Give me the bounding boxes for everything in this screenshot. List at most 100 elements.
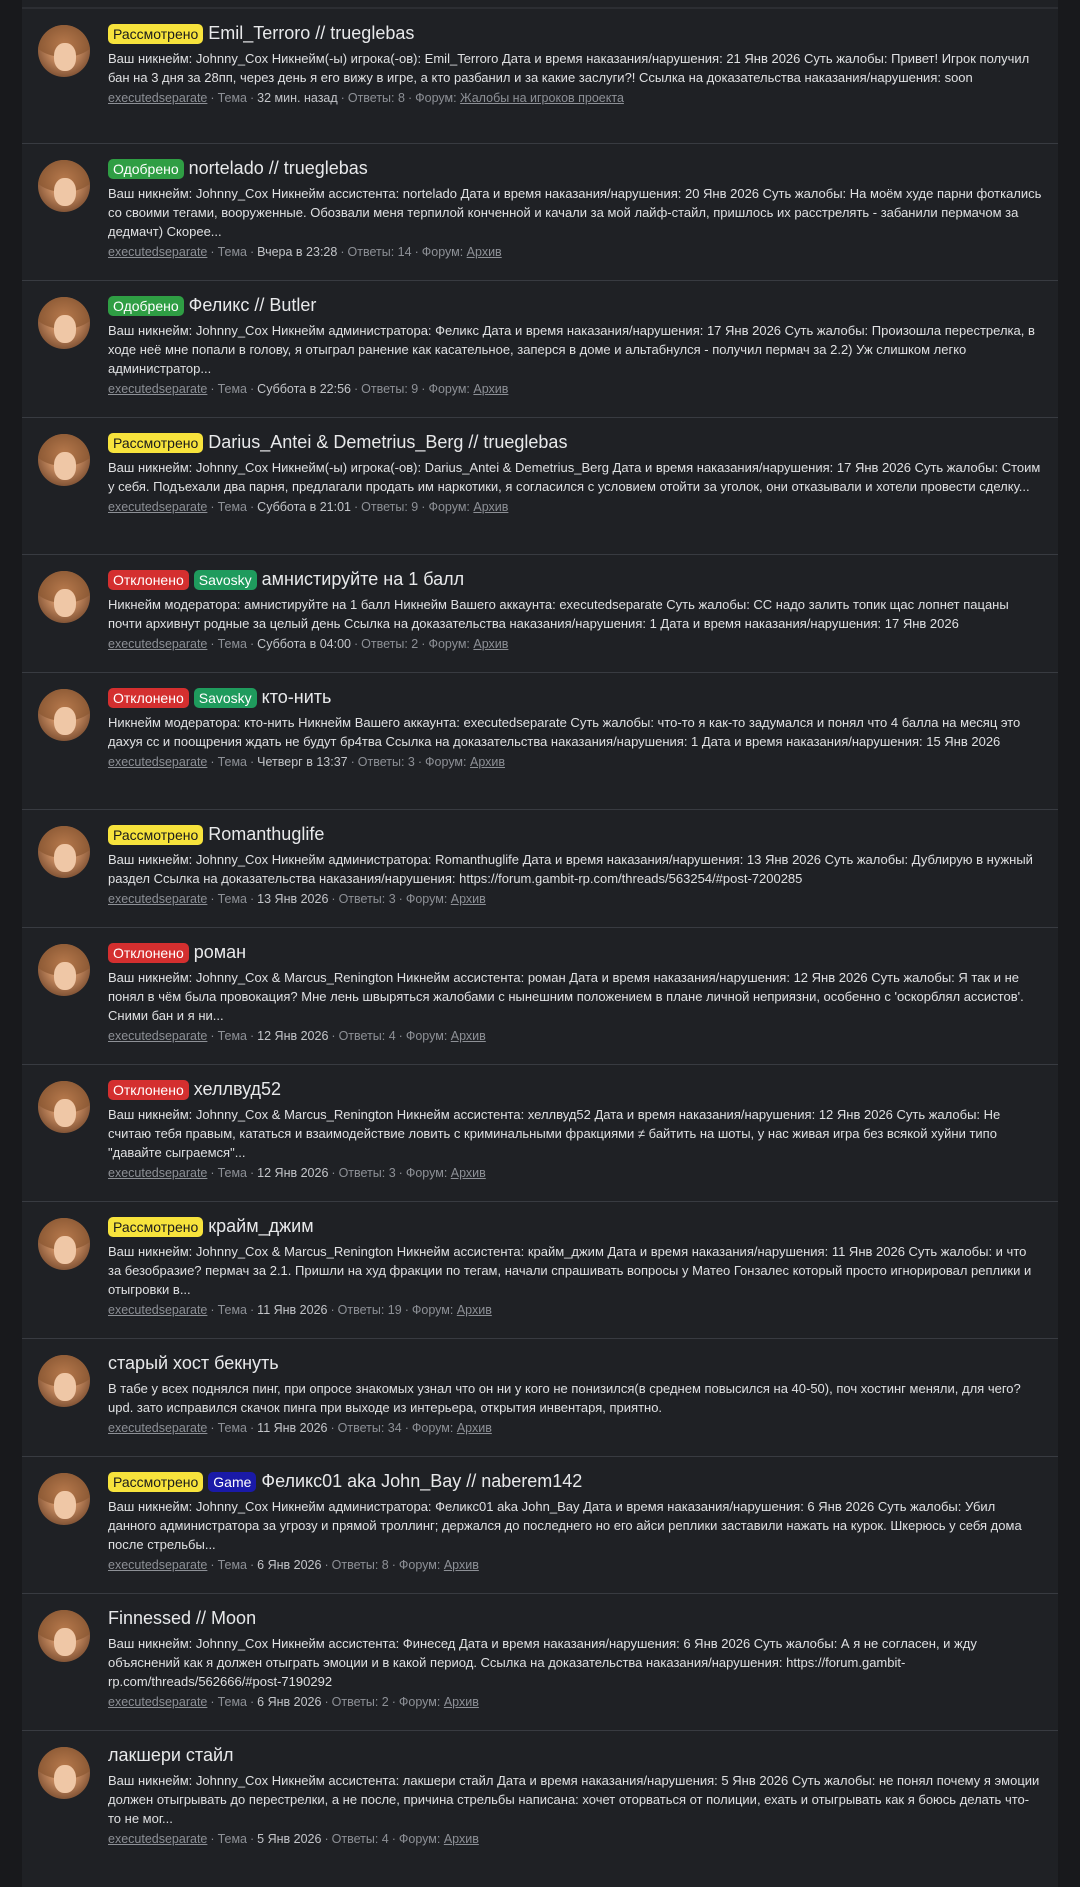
thread-author-link[interactable]: executedseparate	[108, 1029, 207, 1043]
thread-date[interactable]: Суббота в 22:56	[257, 382, 351, 396]
thread-row[interactable]: Одобрено nortelado // trueglebas Ваш ник…	[22, 143, 1058, 280]
thread-date[interactable]: 11 Янв 2026	[257, 1421, 327, 1435]
thread-author-link[interactable]: executedseparate	[108, 1832, 207, 1846]
thread-forum-link[interactable]: Архив	[451, 1166, 486, 1180]
thread-author-link[interactable]: executedseparate	[108, 1695, 207, 1709]
thread-author-link[interactable]: executedseparate	[108, 1303, 207, 1317]
thread-row[interactable]: Отклонено хеллвуд52 Ваш никнейм: Johnny_…	[22, 1064, 1058, 1201]
thread-prefix-label[interactable]: Рассмотрено	[108, 825, 204, 845]
thread-title[interactable]: хеллвуд52	[194, 1077, 281, 1101]
thread-author-link[interactable]: executedseparate	[108, 892, 207, 906]
thread-prefix-label[interactable]: Рассмотрено	[108, 1217, 204, 1237]
thread-forum-link[interactable]: Архив	[473, 382, 508, 396]
thread-forum-link[interactable]: Архив	[444, 1558, 479, 1572]
thread-forum-link[interactable]: Архив	[451, 892, 486, 906]
avatar[interactable]	[38, 1473, 90, 1525]
thread-title[interactable]: Emil_Terroro // trueglebas	[208, 21, 414, 45]
thread-date[interactable]: 5 Янв 2026	[257, 1832, 321, 1846]
thread-forum-link[interactable]: Архив	[444, 1695, 479, 1709]
thread-row[interactable]: Рассмотрено крайм_джим Ваш никнейм: John…	[22, 1201, 1058, 1338]
avatar[interactable]	[38, 826, 90, 878]
thread-row[interactable]: Рассмотрено Darius_Antei & Demetrius_Ber…	[22, 417, 1058, 554]
thread-forum-link[interactable]: Архив	[473, 637, 508, 651]
thread-date[interactable]: 6 Янв 2026	[257, 1695, 321, 1709]
avatar[interactable]	[38, 297, 90, 349]
thread-author-link[interactable]: executedseparate	[108, 500, 207, 514]
thread-prefix-label[interactable]: Рассмотрено	[108, 1472, 204, 1492]
thread-author-link[interactable]: executedseparate	[108, 755, 207, 769]
thread-title[interactable]: старый хост бекнуть	[108, 1351, 279, 1375]
thread-row[interactable]: Одобрено Феликс // Butler Ваш никнейм: J…	[22, 280, 1058, 417]
thread-date[interactable]: 11 Янв 2026	[257, 1303, 327, 1317]
thread-forum-link[interactable]: Архив	[451, 1029, 486, 1043]
avatar[interactable]	[38, 1355, 90, 1407]
thread-forum-link[interactable]: Архив	[457, 1421, 492, 1435]
thread-title[interactable]: Darius_Antei & Demetrius_Berg // truegle…	[208, 430, 567, 454]
thread-prefix-label[interactable]: Game	[208, 1472, 257, 1492]
thread-date[interactable]: 12 Янв 2026	[257, 1166, 328, 1180]
thread-prefix-label[interactable]: Одобрено	[108, 159, 184, 179]
thread-author-link[interactable]: executedseparate	[108, 382, 207, 396]
thread-date[interactable]: Суббота в 04:00	[257, 637, 351, 651]
thread-row[interactable]: Рассмотрено Emil_Terroro // trueglebas В…	[22, 8, 1058, 143]
avatar[interactable]	[38, 434, 90, 486]
avatar[interactable]	[38, 1218, 90, 1270]
thread-title[interactable]: Феликс01 aka John_Bay // naberem142	[261, 1469, 582, 1493]
thread-prefix-label[interactable]: Отклонено	[108, 688, 189, 708]
thread-labels: Одобрено	[108, 156, 189, 180]
thread-title[interactable]: Romanthuglife	[208, 822, 324, 846]
thread-title[interactable]: крайм_джим	[208, 1214, 313, 1238]
thread-author-link[interactable]: executedseparate	[108, 1421, 207, 1435]
thread-author-link[interactable]: executedseparate	[108, 637, 207, 651]
thread-prefix-label[interactable]: Отклонено	[108, 943, 189, 963]
thread-forum-link[interactable]: Жалобы на игроков проекта	[460, 91, 624, 105]
thread-title[interactable]: кто-нить	[262, 685, 332, 709]
avatar[interactable]	[38, 1747, 90, 1799]
avatar[interactable]	[38, 571, 90, 623]
thread-prefix-label[interactable]: Savosky	[193, 570, 257, 590]
thread-author-link[interactable]: executedseparate	[108, 1166, 207, 1180]
avatar[interactable]	[38, 25, 90, 77]
thread-date[interactable]: Четверг в 13:37	[257, 755, 347, 769]
thread-row[interactable]: лакшери стайл Ваш никнейм: Johnny_Cox Ни…	[22, 1730, 1058, 1867]
avatar[interactable]	[38, 689, 90, 741]
thread-title[interactable]: Феликс // Butler	[189, 293, 317, 317]
thread-title[interactable]: амнистируйте на 1 балл	[262, 567, 464, 591]
thread-author-link[interactable]: executedseparate	[108, 1558, 207, 1572]
thread-forum-link[interactable]: Архив	[444, 1832, 479, 1846]
thread-author-link[interactable]: executedseparate	[108, 91, 207, 105]
thread-row[interactable]: Рассмотрено Game Феликс01 aka John_Bay //…	[22, 1456, 1058, 1593]
thread-date[interactable]: 6 Янв 2026	[257, 1558, 321, 1572]
avatar[interactable]	[38, 160, 90, 212]
thread-title[interactable]: nortelado // trueglebas	[189, 156, 368, 180]
thread-date[interactable]: 12 Янв 2026	[257, 1029, 328, 1043]
thread-row[interactable]: Отклонено роман Ваш никнейм: Johnny_Cox …	[22, 927, 1058, 1064]
thread-date[interactable]: Суббота в 21:01	[257, 500, 351, 514]
thread-title[interactable]: Finnessed // Moon	[108, 1606, 256, 1630]
thread-forum-link[interactable]: Архив	[470, 755, 505, 769]
thread-date[interactable]: 13 Янв 2026	[257, 892, 328, 906]
thread-prefix-label[interactable]: Рассмотрено	[108, 24, 204, 44]
thread-meta: executedseparate · Тема · 5 Янв 2026 · Ответы:…	[108, 1832, 479, 1846]
thread-date[interactable]: 32 мин. назад	[257, 91, 338, 105]
avatar[interactable]	[38, 1610, 90, 1662]
thread-prefix-label[interactable]: Savosky	[193, 688, 257, 708]
thread-prefix-label[interactable]: Одобрено	[108, 296, 184, 316]
thread-title[interactable]: лакшери стайл	[108, 1743, 234, 1767]
thread-forum-link[interactable]: Архив	[473, 500, 508, 514]
thread-row[interactable]: Рассмотрено Romanthuglife Ваш никнейм: J…	[22, 809, 1058, 927]
avatar[interactable]	[38, 944, 90, 996]
thread-row[interactable]: Отклонено Savosky кто-нить Никнейм модера…	[22, 672, 1058, 809]
thread-date[interactable]: Вчера в 23:28	[257, 245, 337, 259]
avatar[interactable]	[38, 1081, 90, 1133]
thread-row[interactable]: старый хост бекнуть В табе у всех поднял…	[22, 1338, 1058, 1456]
thread-author-link[interactable]: executedseparate	[108, 245, 207, 259]
thread-prefix-label[interactable]: Рассмотрено	[108, 433, 204, 453]
thread-row[interactable]: Отклонено Savosky амнистируйте на 1 балл …	[22, 554, 1058, 672]
thread-forum-link[interactable]: Архив	[467, 245, 502, 259]
thread-title[interactable]: роман	[194, 940, 246, 964]
thread-prefix-label[interactable]: Отклонено	[108, 1080, 189, 1100]
thread-forum-link[interactable]: Архив	[457, 1303, 492, 1317]
thread-prefix-label[interactable]: Отклонено	[108, 570, 189, 590]
thread-row[interactable]: Finnessed // Moon Ваш никнейм: Johnny_Co…	[22, 1593, 1058, 1730]
